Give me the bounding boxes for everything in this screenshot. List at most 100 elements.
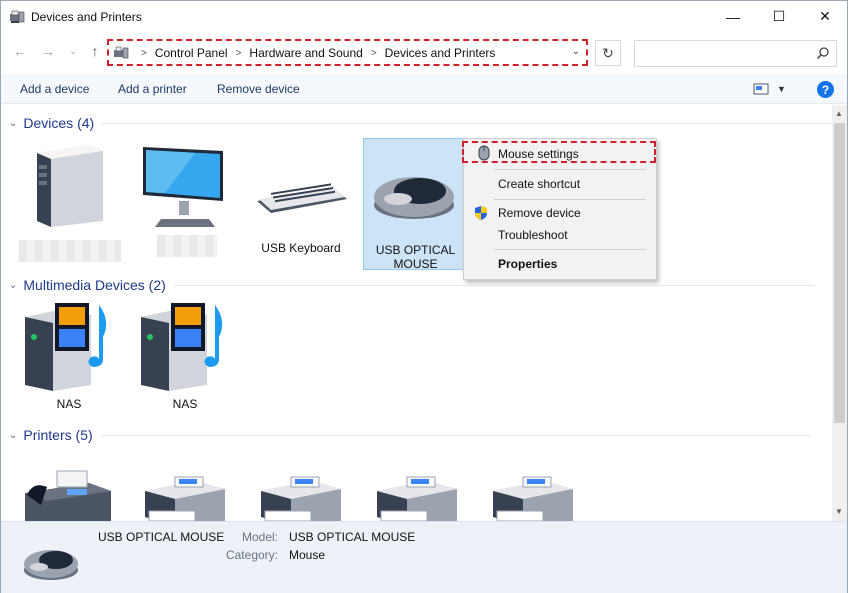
shield-icon xyxy=(475,206,487,220)
nas-media-icon xyxy=(25,303,107,391)
devices-and-printers-window: Devices and Printers — ☐ ✕ ← → ⌄ ↑ > Con… xyxy=(0,0,848,593)
up-button[interactable]: ↑ xyxy=(86,42,104,60)
scrollbar-thumb[interactable] xyxy=(834,123,845,423)
vertical-scrollbar[interactable]: ▲ ▼ xyxy=(832,105,847,521)
forward-button[interactable]: → xyxy=(39,42,57,60)
menu-separator xyxy=(494,199,646,200)
device-monitor[interactable] xyxy=(135,141,235,265)
mouse-icon xyxy=(374,177,454,219)
multimedia-group-title: Multimedia Devices (2) xyxy=(23,277,166,293)
minimize-button[interactable]: — xyxy=(710,1,756,32)
menu-item-remove-device[interactable]: Remove device xyxy=(464,202,656,224)
group-divider xyxy=(102,122,832,124)
printer-5[interactable] xyxy=(483,471,583,521)
device-label: NAS xyxy=(172,397,198,411)
control-panel-icon xyxy=(114,46,129,59)
back-arrow-icon: ← xyxy=(13,43,27,59)
menu-separator xyxy=(494,169,646,170)
breadcrumb-control-panel[interactable]: Control Panel xyxy=(155,46,228,60)
view-icon xyxy=(753,83,769,95)
add-device-button[interactable]: Add a device xyxy=(20,82,89,96)
view-dropdown-icon: ▼ xyxy=(777,84,786,94)
device-computer[interactable] xyxy=(19,141,121,265)
command-bar: Add a device Add a printer Remove device… xyxy=(1,74,847,104)
devices-group-title: Devices (4) xyxy=(23,115,95,131)
menu-item-label: Mouse settings xyxy=(498,147,579,161)
menu-item-label: Troubleshoot xyxy=(498,228,568,242)
device-label: USB Keyboard xyxy=(261,241,341,255)
close-icon: ✕ xyxy=(819,8,831,24)
breadcrumb-separator-icon: > xyxy=(141,47,147,59)
breadcrumb-separator-icon: > xyxy=(370,47,377,59)
scroll-up-icon[interactable]: ▲ xyxy=(835,109,843,118)
recent-locations-button[interactable]: ⌄ xyxy=(64,42,82,60)
multimedia-group-header[interactable]: ⌄ Multimedia Devices (2) xyxy=(9,277,814,293)
minimize-icon: — xyxy=(726,8,740,25)
chevron-down-icon: ⌄ xyxy=(9,117,18,129)
back-button[interactable]: ← xyxy=(11,42,29,60)
printers-group-header[interactable]: ⌄ Printers (5) xyxy=(9,427,811,443)
mouse-icon xyxy=(24,550,78,580)
address-dropdown-icon[interactable]: ⌄ xyxy=(572,46,580,57)
menu-item-properties[interactable]: Properties xyxy=(464,253,656,275)
group-divider xyxy=(173,284,814,286)
address-bar[interactable]: > Control Panel > Hardware and Sound > D… xyxy=(107,39,588,66)
redacted-device-name xyxy=(19,240,121,262)
device-nas-1[interactable]: NAS xyxy=(19,301,119,419)
maximize-icon: ☐ xyxy=(772,8,786,24)
device-label-line1: USB OPTICAL xyxy=(375,243,456,257)
menu-item-troubleshoot[interactable]: Troubleshoot xyxy=(464,224,656,246)
computer-tower-icon xyxy=(37,145,103,227)
up-arrow-icon: ↑ xyxy=(91,43,99,59)
chevron-down-icon: ⌄ xyxy=(9,279,18,291)
chevron-down-icon: ⌄ xyxy=(69,45,77,56)
device-usb-optical-mouse[interactable]: USB OPTICAL MOUSE xyxy=(363,138,468,271)
refresh-button[interactable]: ↻ xyxy=(595,40,621,66)
printer-fax[interactable] xyxy=(19,465,119,521)
group-divider xyxy=(100,434,811,436)
printer-3[interactable] xyxy=(251,471,351,521)
breadcrumb-hardware-and-sound[interactable]: Hardware and Sound xyxy=(249,46,362,60)
device-nas-2[interactable]: NAS xyxy=(135,301,235,419)
context-menu: Mouse settings Create shortcut Remove de… xyxy=(462,138,657,280)
search-icon xyxy=(816,47,829,60)
chevron-down-icon: ⌄ xyxy=(9,429,18,441)
search-input[interactable] xyxy=(641,41,811,65)
menu-item-create-shortcut[interactable]: Create shortcut xyxy=(464,173,656,195)
window-title: Devices and Printers xyxy=(31,10,142,24)
menu-item-mouse-settings[interactable]: Mouse settings xyxy=(462,141,656,163)
title-bar: Devices and Printers — ☐ ✕ xyxy=(1,1,847,32)
devices-printers-icon xyxy=(10,10,25,23)
forward-arrow-icon: → xyxy=(41,43,55,59)
menu-item-label: Properties xyxy=(498,257,558,271)
add-printer-button[interactable]: Add a printer xyxy=(118,82,187,96)
printer-4[interactable] xyxy=(367,471,467,521)
details-model-value: USB OPTICAL MOUSE xyxy=(289,530,416,544)
navigation-bar: ← → ⌄ ↑ > Control Panel > Hardware and S… xyxy=(1,32,847,72)
mouse-settings-icon xyxy=(478,145,490,161)
help-button[interactable]: ? xyxy=(817,81,834,98)
monitor-icon xyxy=(143,147,223,227)
breadcrumb-separator-icon: > xyxy=(235,47,242,59)
device-usb-keyboard[interactable]: USB Keyboard xyxy=(251,141,351,265)
details-model-label: Model: xyxy=(241,530,278,544)
menu-separator xyxy=(494,249,646,250)
breadcrumb-devices-and-printers[interactable]: Devices and Printers xyxy=(385,46,496,60)
scroll-down-icon[interactable]: ▼ xyxy=(835,507,843,516)
keyboard-icon xyxy=(257,183,347,213)
device-label: NAS xyxy=(56,397,82,411)
search-box[interactable] xyxy=(634,40,837,67)
fax-icon xyxy=(25,470,111,521)
change-view-button[interactable]: ▼ xyxy=(753,81,793,97)
device-label-line2: MOUSE xyxy=(393,257,438,271)
device-list: ⌄ Devices (4) USB Keyboard USB OPTICAL M… xyxy=(1,105,832,521)
details-category-label: Category: xyxy=(225,548,278,562)
close-button[interactable]: ✕ xyxy=(802,1,848,32)
remove-device-button[interactable]: Remove device xyxy=(217,82,300,96)
devices-group-header[interactable]: ⌄ Devices (4) xyxy=(9,115,832,131)
printer-icon xyxy=(377,476,457,521)
printer-2[interactable] xyxy=(135,471,235,521)
maximize-button[interactable]: ☐ xyxy=(756,1,802,32)
help-icon: ? xyxy=(821,82,830,97)
printer-icon xyxy=(145,476,225,521)
